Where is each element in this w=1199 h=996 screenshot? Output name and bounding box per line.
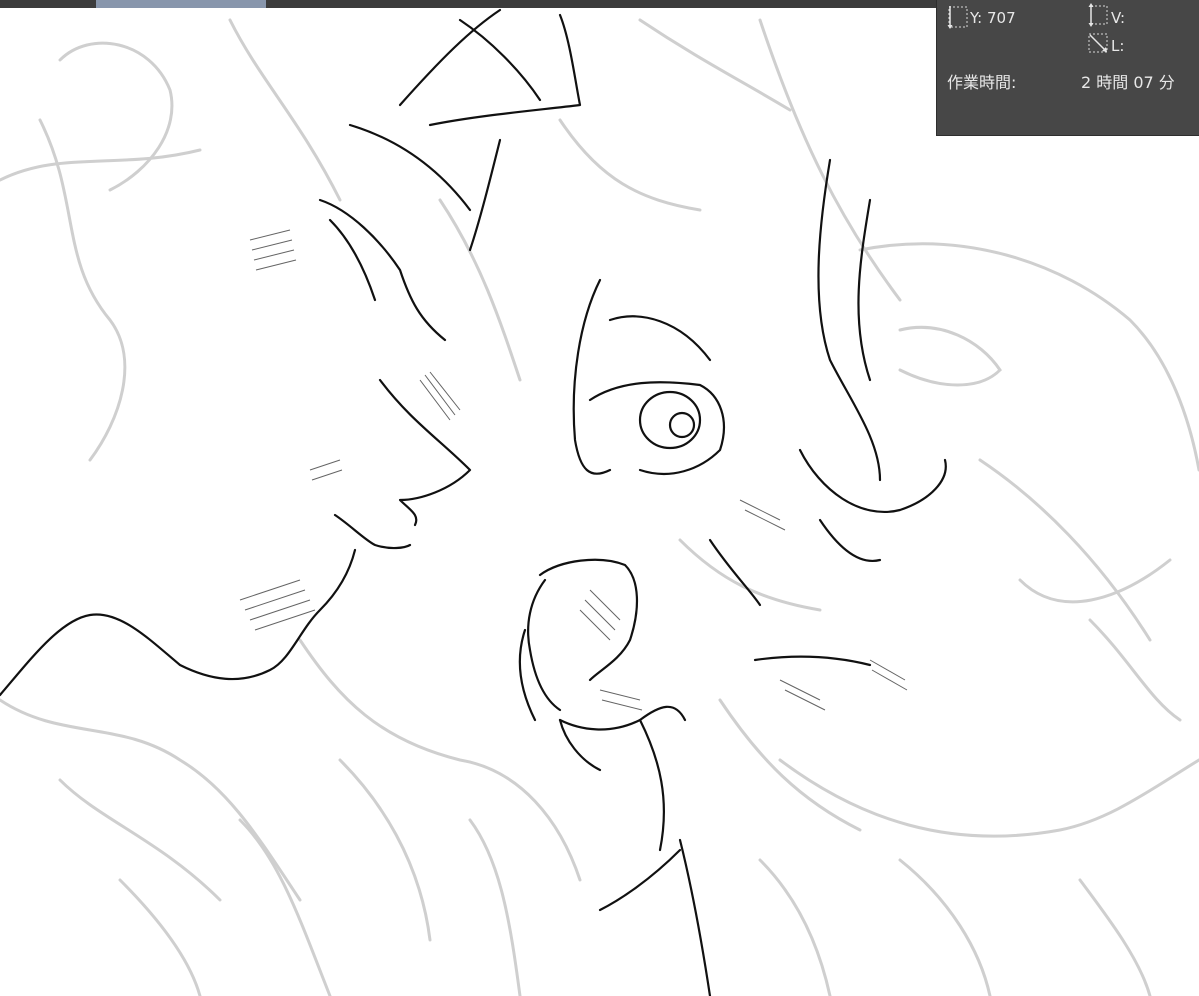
sketch-artwork: [0, 8, 1199, 996]
drawing-canvas[interactable]: [0, 0, 1199, 996]
hatching-layer: [239, 229, 908, 711]
v-readout: V:: [1111, 9, 1126, 27]
height-dimension-icon: [947, 6, 968, 29]
y-coordinate-readout: Y: 707: [970, 9, 1016, 27]
active-tab-indicator[interactable]: [96, 0, 266, 8]
navigator-info-panel: Y: 707 V: L: 作業時間: 2 時間 07 分: [936, 0, 1199, 136]
work-time-label: 作業時間:: [947, 73, 1017, 92]
work-time-value: 2 時間 07 分: [1081, 73, 1175, 92]
diagonal-length-icon: [1088, 33, 1108, 53]
rough-sketch-layer: [0, 18, 1199, 996]
l-readout: L:: [1111, 37, 1125, 55]
vertical-dimension-icon: [1088, 3, 1108, 27]
